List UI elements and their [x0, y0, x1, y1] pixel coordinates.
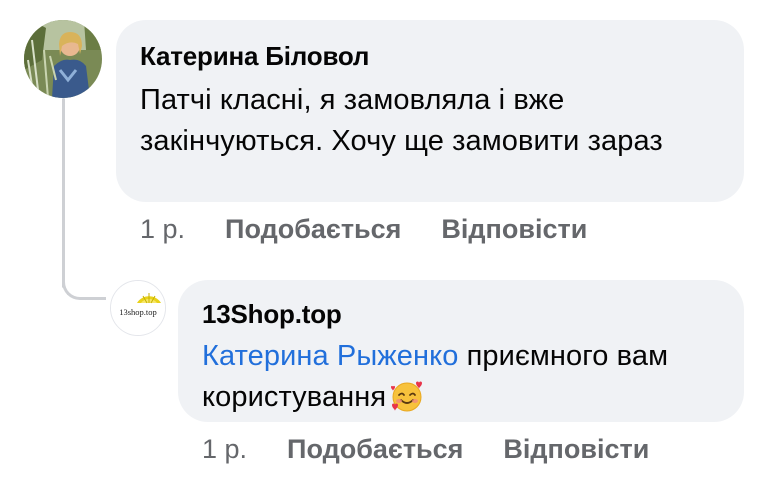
mention-link[interactable]: Катерина Рыженко: [202, 340, 458, 372]
comment-text: Катерина Рыженко приємного вам користува…: [202, 336, 720, 425]
like-button[interactable]: Подобається: [225, 214, 401, 245]
thread-connector-line: [62, 98, 65, 288]
comment-timestamp[interactable]: 1 р.: [202, 434, 247, 465]
logo-text: 13shop.top: [119, 307, 157, 317]
thread-connector-curve: [62, 270, 106, 300]
reply-bubble: 13Shop.top Катерина Рыженко приємного ва…: [178, 280, 744, 422]
like-button[interactable]: Подобається: [287, 434, 463, 465]
reply-button[interactable]: Відповісти: [503, 434, 649, 465]
comment-actions: 1 р. Подобається Відповісти: [202, 434, 649, 465]
smiling-face-with-hearts-icon: [390, 379, 424, 425]
13shop-logo-avatar-icon: 13shop.top: [111, 281, 165, 335]
reply-button[interactable]: Відповісти: [441, 214, 587, 245]
comment-text: Патчі класні, я замовляла і вже закінчую…: [140, 84, 663, 157]
comment-bubble: Катерина Біловол Патчі класні, я замовля…: [116, 20, 744, 202]
avatar[interactable]: [24, 20, 102, 98]
comment-author[interactable]: Катерина Біловол: [140, 40, 720, 72]
user-photo-avatar-icon: [24, 20, 102, 98]
avatar[interactable]: 13shop.top: [110, 280, 166, 336]
comment-timestamp[interactable]: 1 р.: [140, 214, 185, 245]
comment-actions: 1 р. Подобається Відповісти: [140, 214, 587, 245]
comment-author[interactable]: 13Shop.top: [202, 298, 720, 330]
